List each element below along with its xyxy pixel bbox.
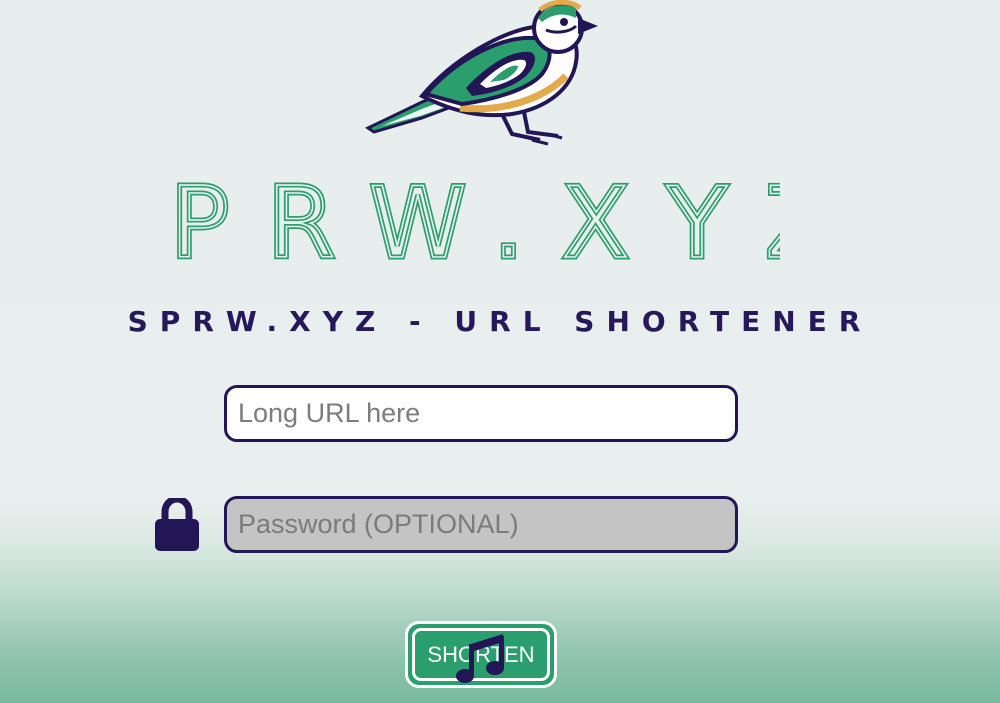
logo-wordmark: SPRW.XYZ SPRW.XYZ	[160, 165, 780, 270]
password-input[interactable]	[224, 496, 738, 553]
logo-text-inline: SPRW.XYZ	[160, 167, 780, 270]
long-url-input[interactable]	[224, 385, 738, 442]
shorten-button-label: SHORTEN	[412, 628, 550, 681]
sparrow-logo-icon	[364, 0, 598, 146]
page-subtitle: SPRW.XYZ - URL SHORTENER	[127, 305, 873, 338]
shorten-button[interactable]: SHORTEN	[405, 621, 557, 688]
lock-icon	[155, 498, 199, 551]
